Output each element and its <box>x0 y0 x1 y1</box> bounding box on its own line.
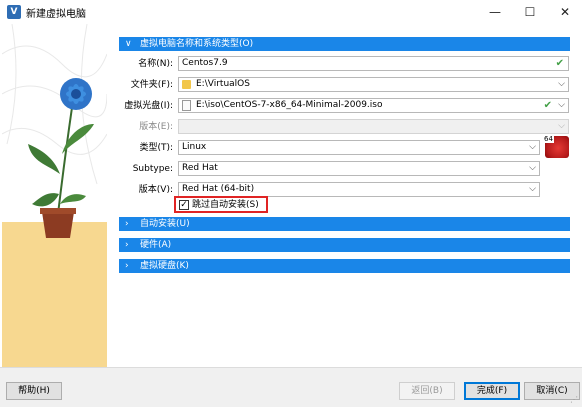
section-hardware[interactable]: › 硬件(A) <box>119 238 570 252</box>
name-label: 名称(N): <box>138 59 173 69</box>
section-name-os-label: 虚拟电脑名称和系统类型(O) <box>140 39 254 49</box>
os-version-select[interactable]: Red Hat (64-bit) ⌵ <box>178 182 540 197</box>
edition-label: 版本(E): <box>139 122 173 132</box>
section-unattended-install[interactable]: › 自动安装(U) <box>119 217 570 231</box>
folder-select[interactable]: E:\VirtualOS ⌵ <box>178 77 569 92</box>
skip-unattended-checkbox[interactable]: ✓ <box>179 200 189 210</box>
title-bar: V 新建虚拟电脑 — ☐ ✕ <box>0 0 582 24</box>
chevron-right-icon: › <box>125 219 129 229</box>
section-virtual-hard-disk[interactable]: › 虚拟硬盘(K) <box>119 259 570 273</box>
subtype-label: Subtype: <box>132 164 173 174</box>
maximize-button[interactable]: ☐ <box>513 0 547 24</box>
name-value: Centos7.9 <box>182 58 228 68</box>
iso-value: E:\iso\CentOS-7-x86_64-Minimal-2009.iso <box>196 100 383 110</box>
folder-value: E:\VirtualOS <box>196 79 250 89</box>
skip-unattended-label: 跳过自动安装(S) <box>192 200 259 210</box>
back-button: 返回(B) <box>399 382 455 400</box>
red-hat-os-icon: 64 <box>543 135 569 158</box>
section-unattended-label: 自动安装(U) <box>140 219 190 229</box>
os-type-select[interactable]: Linux ⌵ <box>178 140 540 155</box>
finish-button[interactable]: 完成(F) <box>464 382 520 400</box>
iso-label: 虚拟光盘(I): <box>124 101 173 111</box>
minimize-button[interactable]: — <box>478 0 512 24</box>
folder-icon <box>182 80 191 89</box>
section-name-os-type[interactable]: ∨ 虚拟电脑名称和系统类型(O) <box>119 37 570 51</box>
os-subtype-select[interactable]: Red Hat ⌵ <box>178 161 540 176</box>
valid-check-icon: ✔ <box>555 58 564 69</box>
chevron-down-icon: ∨ <box>125 39 132 49</box>
chevron-down-icon: ⌵ <box>558 79 565 89</box>
chevron-down-icon: ⌵ <box>529 142 536 152</box>
os-bitness-badge: 64 <box>543 135 554 143</box>
os-version-value: Red Hat (64-bit) <box>182 184 255 194</box>
chevron-right-icon: › <box>125 261 129 271</box>
folder-label: 文件夹(F): <box>130 80 173 90</box>
skip-unattended-checkbox-row[interactable]: ✓ 跳过自动安装(S) <box>174 196 268 213</box>
window-title: 新建虚拟电脑 <box>26 9 86 20</box>
section-hardware-label: 硬件(A) <box>140 240 172 250</box>
dialog-button-bar: 帮助(H) 返回(B) 完成(F) 取消(C) ⋰ <box>0 367 582 407</box>
chevron-down-icon: ⌵ <box>558 121 565 131</box>
valid-check-icon: ✔ <box>543 100 552 111</box>
chevron-down-icon: ⌵ <box>529 163 536 173</box>
close-button[interactable]: ✕ <box>548 0 582 24</box>
chevron-right-icon: › <box>125 240 129 250</box>
chevron-down-icon: ⌵ <box>558 100 565 110</box>
resize-grip-icon[interactable]: ⋰ <box>570 395 580 405</box>
version-label: 版本(V): <box>138 185 173 195</box>
chevron-down-icon: ⌵ <box>529 184 536 194</box>
edition-select: ⌵ <box>178 119 569 134</box>
help-button[interactable]: 帮助(H) <box>6 382 62 400</box>
section-hard-disk-label: 虚拟硬盘(K) <box>140 261 189 271</box>
iso-image-select[interactable]: E:\iso\CentOS-7-x86_64-Minimal-2009.iso … <box>178 98 569 113</box>
virtualbox-app-icon: V <box>7 5 21 19</box>
os-subtype-value: Red Hat <box>182 163 218 173</box>
type-label: 类型(T): <box>139 143 173 153</box>
name-field[interactable]: Centos7.9 ✔ <box>178 56 569 71</box>
os-type-value: Linux <box>182 142 207 152</box>
optical-disc-icon <box>182 100 191 111</box>
